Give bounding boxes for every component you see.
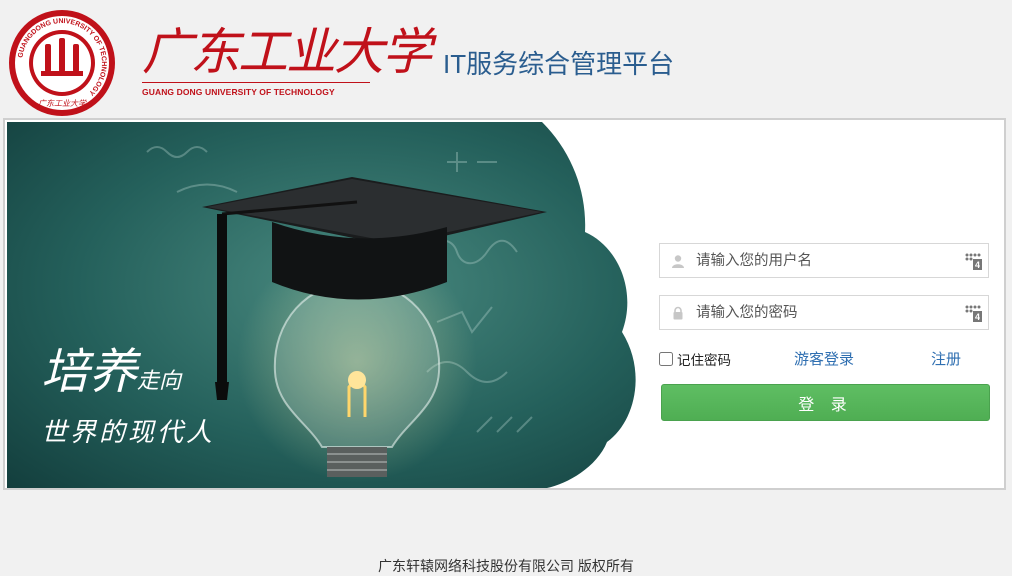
login-options: 记住密码 游客登录 注册	[659, 342, 993, 372]
svg-text:4: 4	[975, 312, 980, 322]
platform-title: IT服务综合管理平台	[443, 49, 675, 79]
svg-text:广东工业大学: 广东工业大学	[38, 99, 87, 108]
virtual-keyboard-icon[interactable]: 4	[964, 252, 982, 270]
login-panel: 培养走向 世界的现代人 4	[3, 118, 1006, 490]
username-input[interactable]	[696, 244, 946, 277]
university-seal-logo: GUANGDONG UNIVERSITY OF TECHNOLOGY 广东工业大…	[9, 10, 115, 116]
login-form: 4 4 记住密码 游客登录	[659, 243, 993, 421]
remember-password[interactable]: 记住密码	[659, 349, 731, 369]
university-name-en: GUANG DONG UNIVERSITY OF TECHNOLOGY	[142, 87, 335, 97]
password-field-wrapper: 4	[659, 295, 989, 330]
virtual-keyboard-icon[interactable]: 4	[964, 304, 982, 322]
hero-slogan-line2: 世界的现代人	[41, 418, 216, 448]
footer-copyright: 广东轩辕网络科技股份有限公司 版权所有	[378, 558, 634, 574]
slogan-big-text: 培养	[41, 344, 138, 400]
guest-login-link[interactable]: 游客登录	[794, 348, 854, 369]
remember-password-label: 记住密码	[677, 353, 731, 368]
password-input[interactable]	[696, 296, 946, 329]
svg-text:4: 4	[975, 260, 980, 270]
hero-slogan-line1: 培养走向	[41, 344, 181, 410]
remember-password-checkbox[interactable]	[659, 352, 673, 366]
university-name-cn: 广东工业大学	[142, 23, 432, 81]
register-link[interactable]: 注册	[931, 348, 961, 369]
login-button[interactable]: 登 录	[661, 384, 990, 421]
hero-banner: 培养走向 世界的现代人	[7, 122, 637, 488]
university-brand: 广东工业大学 GUANG DONG UNIVERSITY OF TECHNOLO…	[140, 20, 432, 102]
brand-divider	[142, 82, 370, 83]
username-field-wrapper: 4	[659, 243, 989, 278]
slogan-small-text: 走向	[137, 369, 182, 394]
user-icon	[672, 255, 684, 268]
lock-icon	[673, 306, 683, 320]
header: GUANGDONG UNIVERSITY OF TECHNOLOGY 广东工业大…	[0, 0, 1012, 118]
